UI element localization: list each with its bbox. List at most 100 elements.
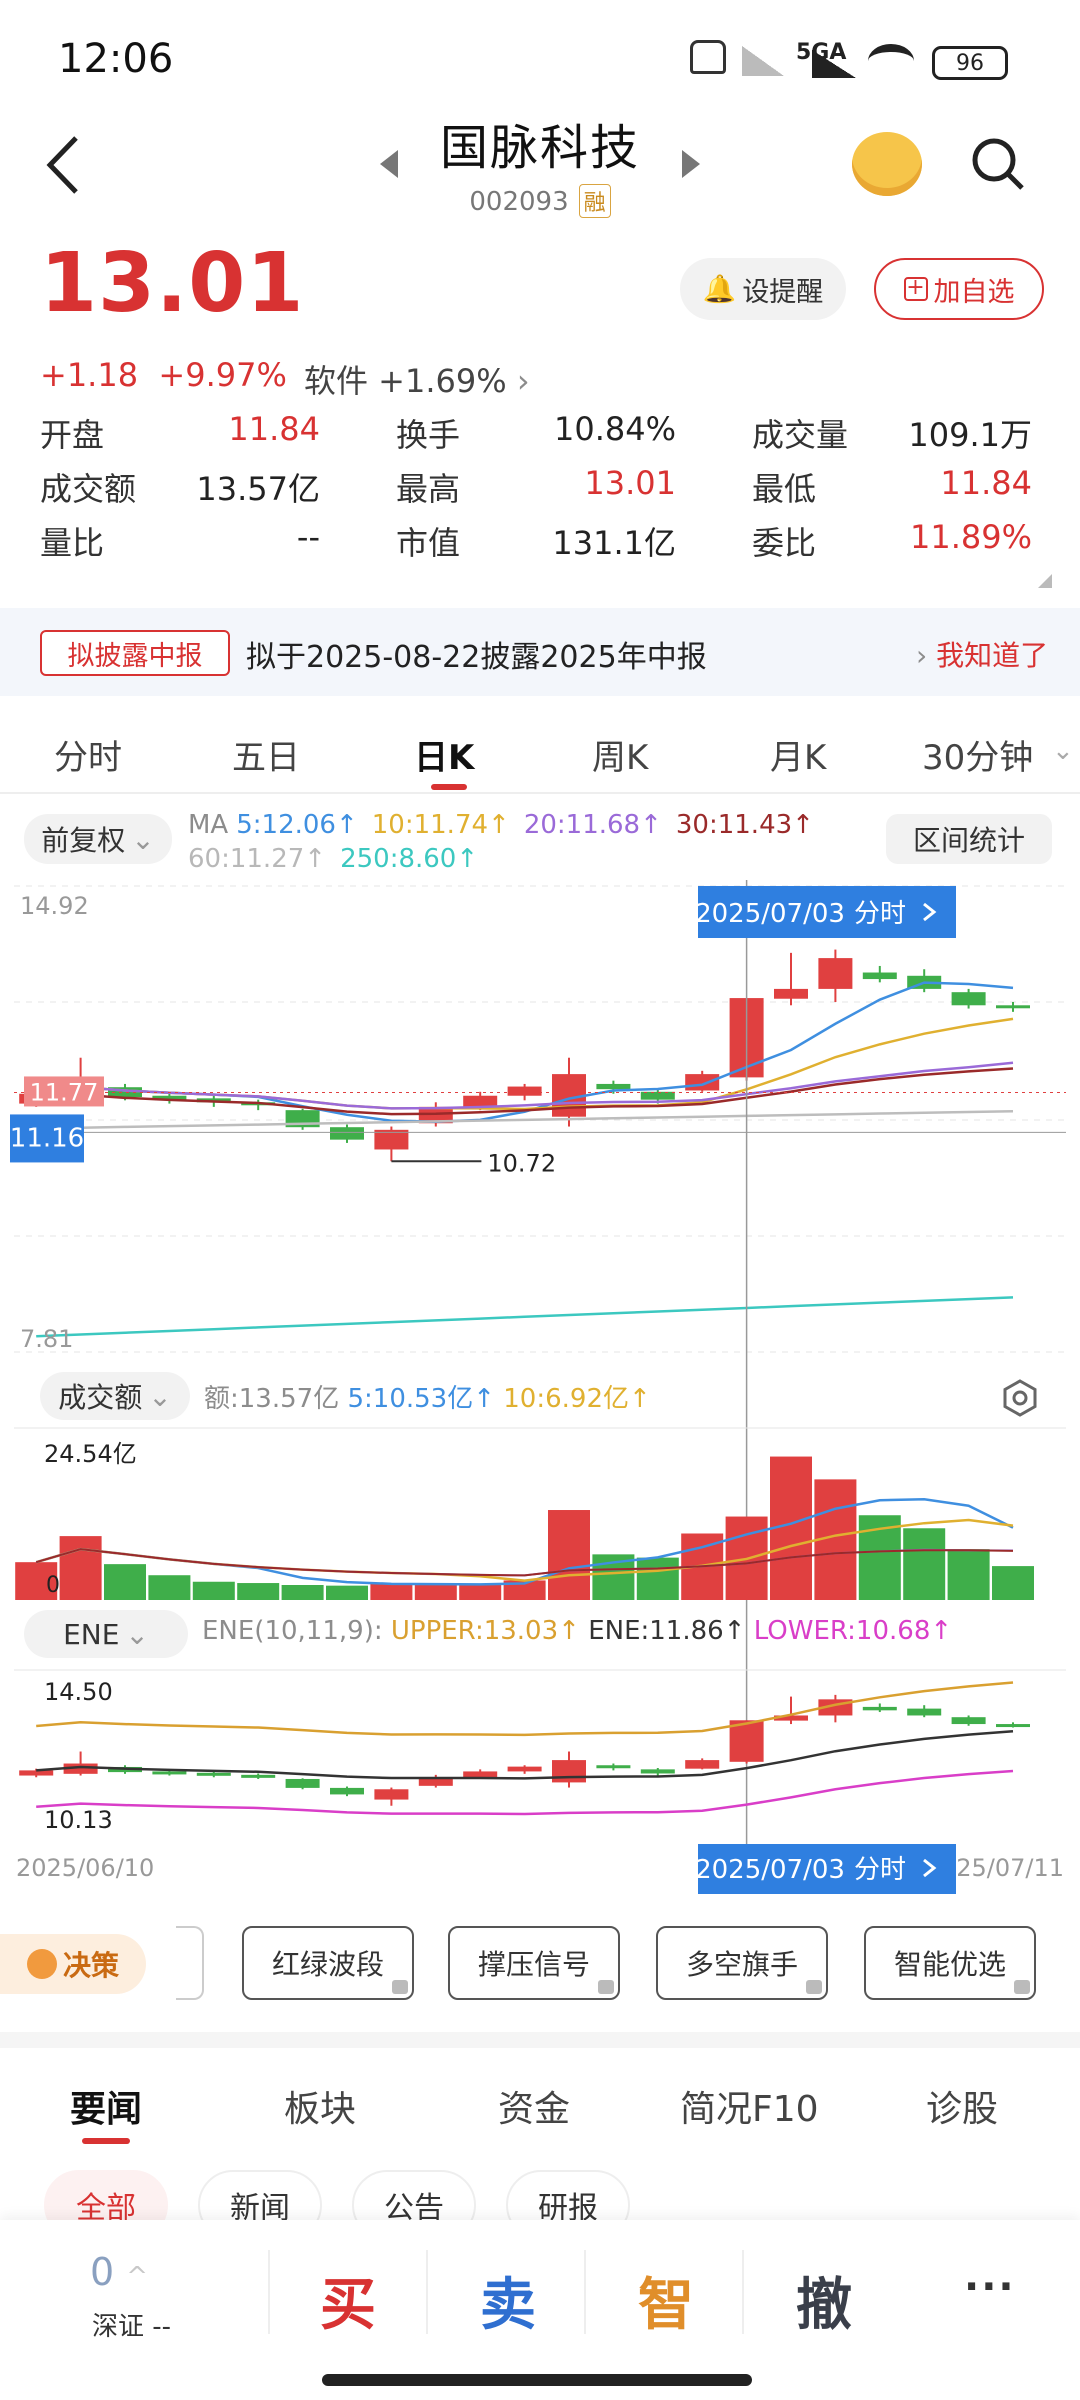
mascot-icon[interactable] xyxy=(852,132,922,196)
tab-chart-period[interactable]: 分时 xyxy=(54,730,122,779)
chevron-down-icon: ⌄ xyxy=(131,822,155,856)
ene-candle-body xyxy=(285,1778,320,1788)
stat-label: 最高 xyxy=(396,470,461,508)
candle-body xyxy=(774,988,808,999)
ma-label: MA xyxy=(188,810,229,840)
change-percent: +9.97% xyxy=(158,356,287,394)
more-button[interactable]: ··· xyxy=(964,2264,1016,2310)
candle-body xyxy=(862,972,897,980)
ene-upper: UPPER:13.03↑ xyxy=(390,1616,580,1646)
ene-legend: ENE(10,11,9): UPPER:13.03↑ ENE:11.86↑ LO… xyxy=(202,1616,952,1646)
volume-bar xyxy=(148,1575,191,1600)
search-icon[interactable] xyxy=(968,134,1028,194)
sell-button[interactable]: 卖 xyxy=(480,2260,536,2341)
news-tab-underline xyxy=(82,2138,130,2144)
news-tab[interactable]: 要闻 xyxy=(70,2080,142,2132)
tool-hidden-partial[interactable] xyxy=(176,1926,204,2000)
decision-icon xyxy=(26,1949,57,1979)
ma-value: 20:11.68↑ xyxy=(523,810,662,840)
news-tab[interactable]: 诊股 xyxy=(926,2080,998,2132)
tab-chart-period[interactable]: 日K xyxy=(414,730,474,779)
expand-corner-icon[interactable] xyxy=(1038,574,1052,588)
volume-amount: 额:13.57亿 xyxy=(204,1384,340,1414)
battery-level: 96 xyxy=(956,50,984,76)
ene-candle-body xyxy=(862,1706,897,1711)
notice-tag: 拟披露中报 xyxy=(40,630,230,676)
buy-button[interactable]: 买 xyxy=(320,2260,376,2341)
stat-value: 13.01 xyxy=(584,464,676,502)
news-tab[interactable]: 简况F10 xyxy=(680,2080,819,2132)
volume-bar xyxy=(281,1585,324,1600)
ene-candle-body xyxy=(374,1789,409,1800)
indicator-settings-icon[interactable] xyxy=(1000,1378,1040,1418)
set-alert-button[interactable]: 🔔 设提醒 xyxy=(680,258,846,320)
volume-bar xyxy=(370,1583,413,1600)
ene-mid: ENE:11.86↑ xyxy=(588,1616,746,1646)
date-end-label: 25/07/11 xyxy=(956,1854,1064,1882)
candle-body xyxy=(463,1095,498,1107)
cancel-order-button[interactable]: 撤 xyxy=(796,2260,852,2341)
candle-body xyxy=(818,958,853,989)
volume-bar xyxy=(237,1583,280,1600)
adjust-mode-select[interactable]: 前复权 ⌄ xyxy=(24,814,172,864)
ene-candle-body xyxy=(996,1724,1030,1728)
tool-button[interactable]: 红绿波段 xyxy=(242,1926,414,2000)
stat-value: 11.84 xyxy=(940,464,1032,502)
divider xyxy=(0,792,1080,794)
bell-icon: 🔔 xyxy=(702,274,737,305)
ene-indicator-select[interactable]: ENE ⌄ xyxy=(24,1610,188,1658)
sector-link[interactable]: 软件 +1.69% › xyxy=(304,356,530,402)
candle-body xyxy=(685,1074,720,1091)
adjust-mode-label: 前复权 xyxy=(41,824,126,857)
stock-detail-screen: 12:06 5GA 96 国脉科技 002093融 13.01 🔔设提醒 +加自… xyxy=(0,0,1080,2400)
date-start-label: 2025/06/10 xyxy=(16,1854,154,1882)
tab-chart-period[interactable]: 周K xyxy=(592,730,648,779)
smart-button[interactable]: 智 xyxy=(638,2260,694,2341)
tab-chart-period[interactable]: 30分钟 xyxy=(922,730,1033,779)
candle-body xyxy=(330,1127,364,1140)
position-count[interactable]: 0 ^ xyxy=(90,2250,148,2294)
dismiss-notice-button[interactable]: › 我知道了 xyxy=(916,634,1048,674)
candle-body xyxy=(640,1091,675,1100)
next-stock-arrow-icon[interactable] xyxy=(682,150,700,178)
tab-chart-period[interactable]: 月K xyxy=(770,730,826,779)
decision-badge[interactable]: 决策 xyxy=(0,1934,146,1994)
cursor-date-bottom: 2025/07/03 xyxy=(695,1855,845,1885)
margin-tag: 融 xyxy=(578,184,611,218)
tool-button[interactable]: 多空旗手 xyxy=(656,1926,828,2000)
lock-icon xyxy=(1014,1980,1030,1994)
ene-lower: LOWER:10.68↑ xyxy=(753,1616,953,1646)
divider xyxy=(0,2032,1080,2048)
chart-period-tabs: 分时 五日 日K 周K 月K 30分钟 ⌄ xyxy=(0,710,1080,790)
add-watchlist-button[interactable]: + 加自选 xyxy=(874,258,1044,320)
ene-params: ENE(10,11,9): xyxy=(202,1616,383,1646)
news-tab[interactable]: 板块 xyxy=(284,2080,356,2132)
volume-bar xyxy=(992,1566,1034,1600)
ene-candle-body xyxy=(596,1765,631,1769)
tool-button[interactable]: 智能优选 xyxy=(864,1926,1036,2000)
y-min-label: 7.81 xyxy=(20,1325,73,1353)
volume-bar xyxy=(903,1528,946,1600)
ene-candle-body xyxy=(196,1772,231,1776)
signal-icon-2 xyxy=(812,50,856,78)
stat-value: 10.84% xyxy=(553,410,676,448)
divider xyxy=(584,2250,586,2334)
ene-max-label: 14.50 xyxy=(44,1678,113,1706)
volume-zero-label: 0 xyxy=(46,1573,60,1598)
tool-button[interactable]: 撑压信号 xyxy=(448,1926,620,2000)
change-value: +1.18 xyxy=(40,356,139,394)
range-stats-button[interactable]: 区间统计 xyxy=(886,814,1052,864)
candle-body xyxy=(951,992,986,1006)
ma-value: 30:11.43↑ xyxy=(675,810,814,840)
chevron-right-icon: › xyxy=(516,362,530,400)
lock-icon xyxy=(806,1980,822,1994)
market-label: 深证 -- xyxy=(92,2312,172,2342)
volume-bar xyxy=(636,1557,679,1600)
lock-icon xyxy=(392,1980,408,1994)
status-time: 12:06 xyxy=(58,36,174,82)
volume-indicator-select[interactable]: 成交额 ⌄ xyxy=(40,1372,190,1420)
news-tab[interactable]: 资金 xyxy=(498,2080,570,2132)
position-count-value: 0 xyxy=(90,2250,115,2294)
tab-chart-period[interactable]: 五日 xyxy=(232,730,300,779)
chevron-down-icon: ⌄ xyxy=(1052,736,1074,766)
